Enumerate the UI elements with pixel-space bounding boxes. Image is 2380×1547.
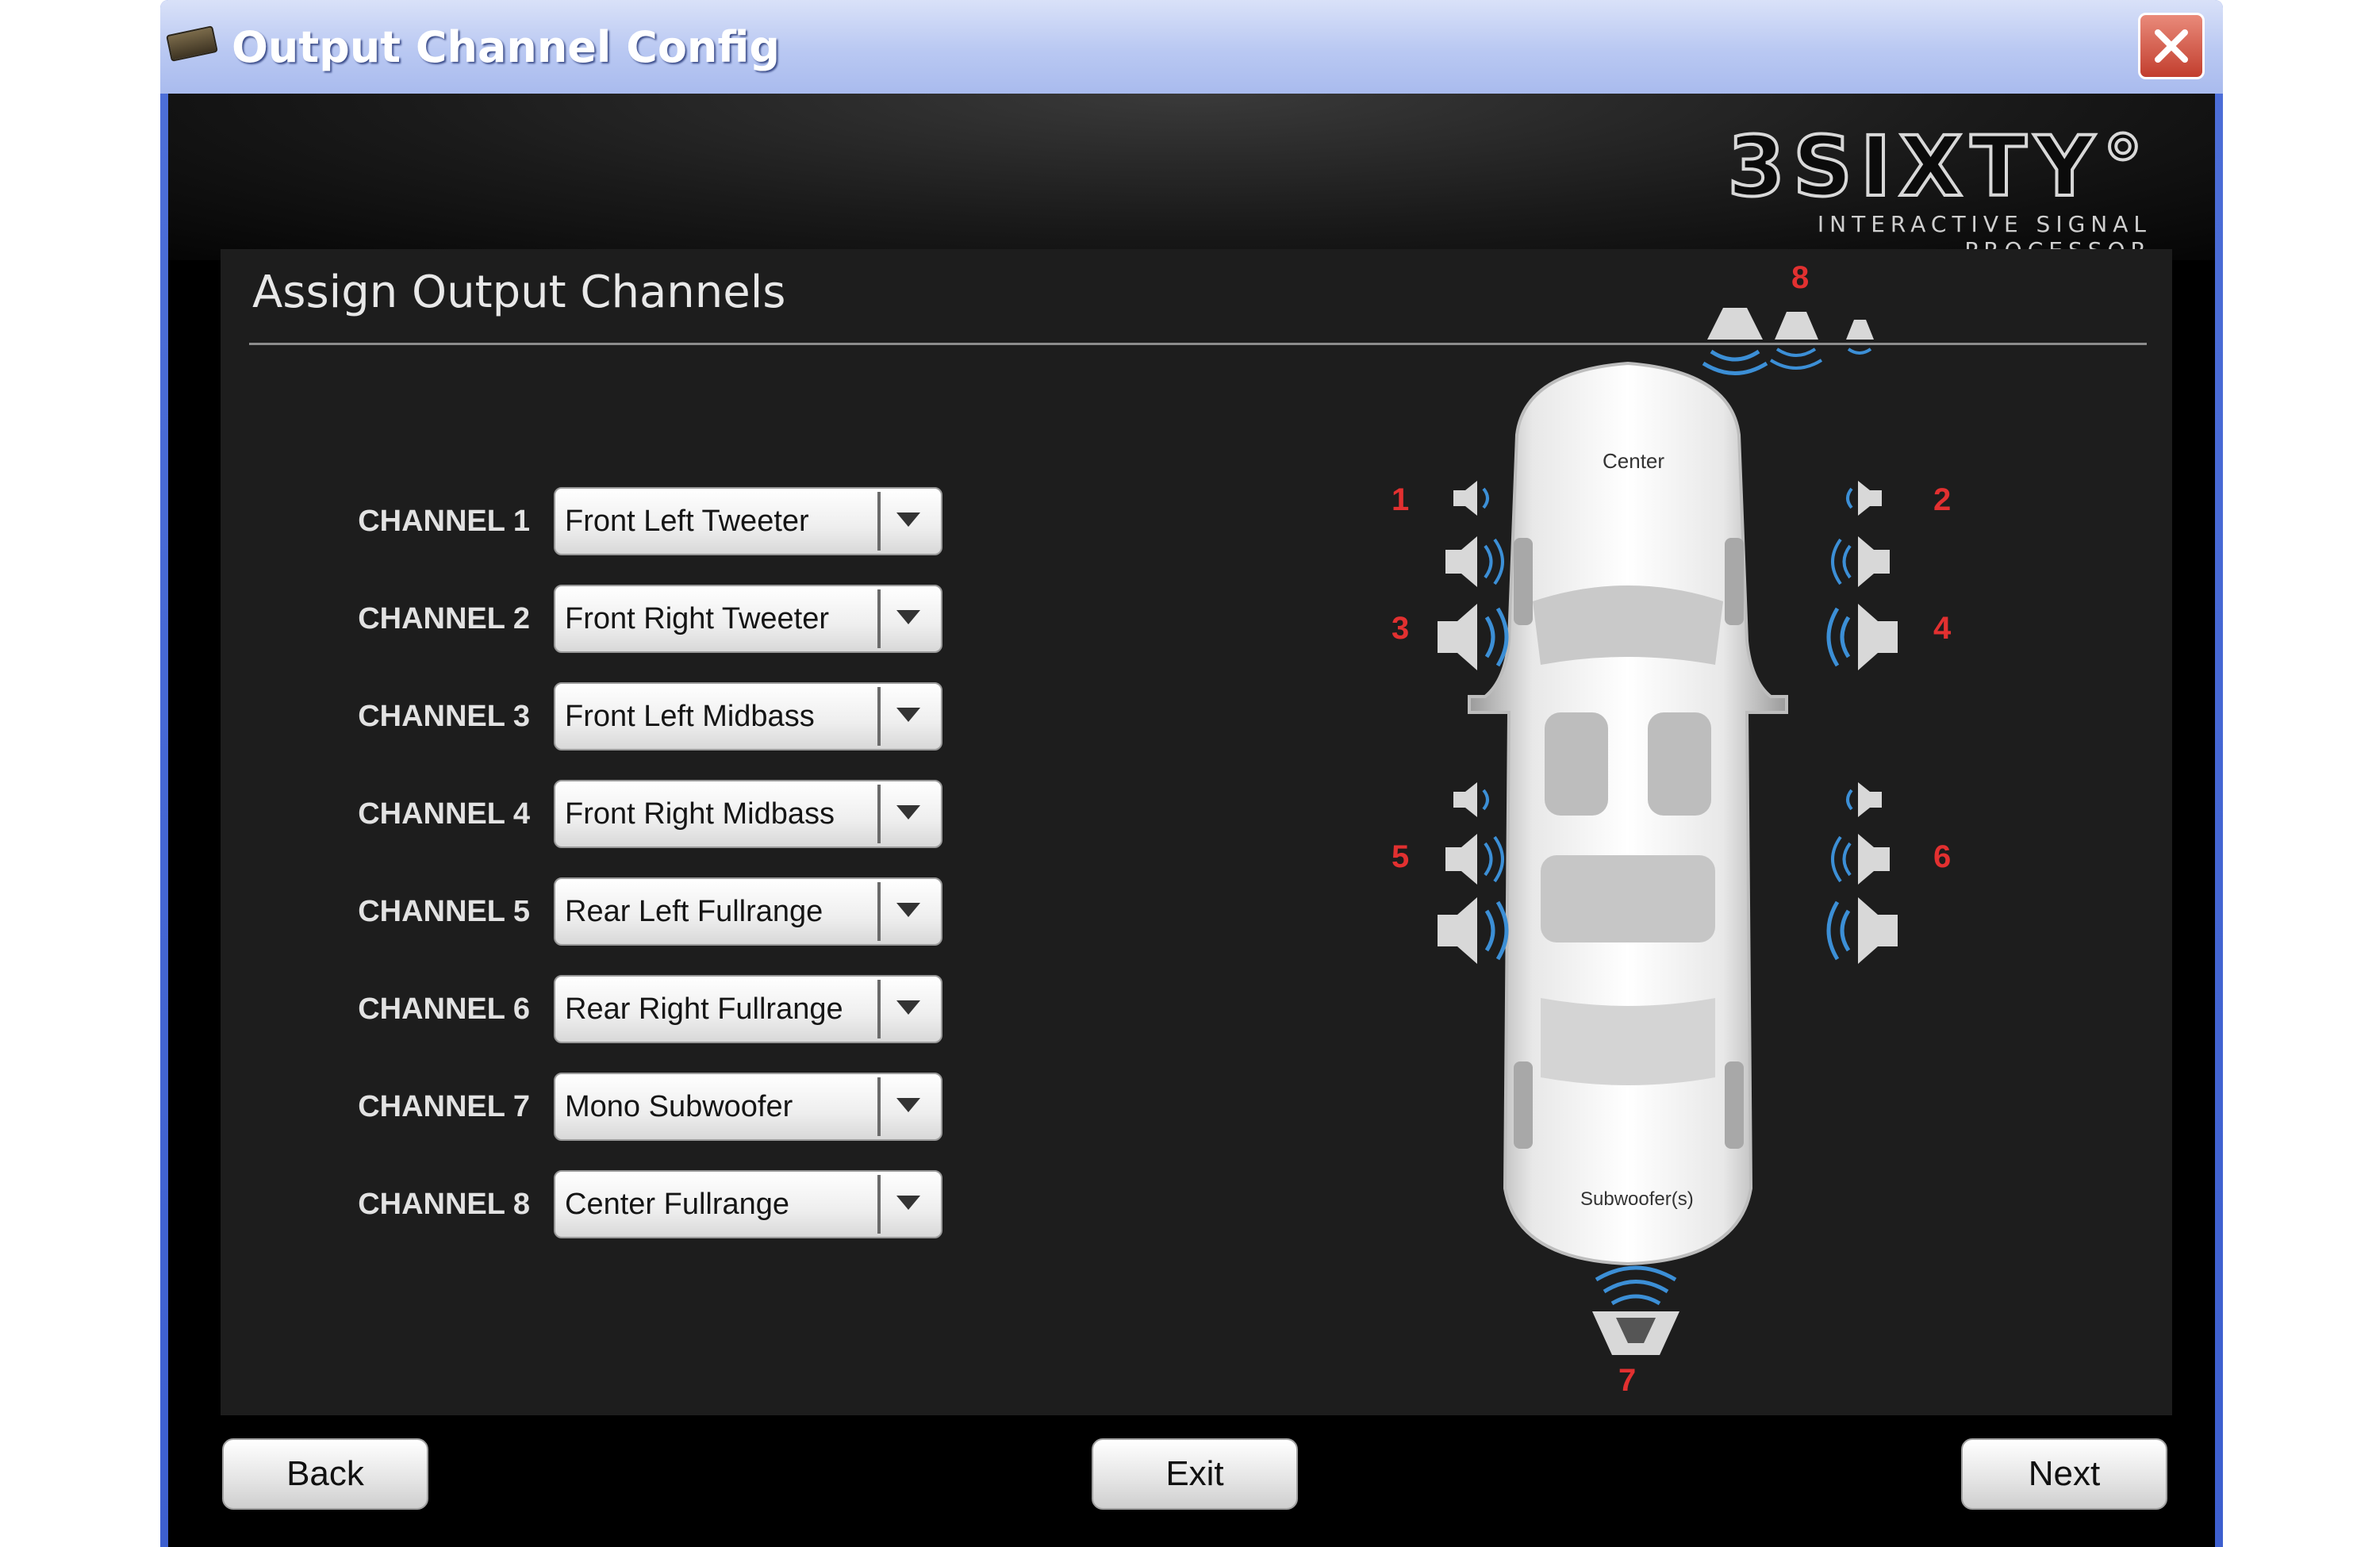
- channel-row-4: CHANNEL 4 Front Right Midbass: [221, 780, 1014, 851]
- dropdown-value: Front Left Midbass: [565, 700, 815, 733]
- chevron-down-icon: [896, 512, 920, 527]
- speaker-icon: [1826, 897, 1898, 964]
- speaker-icon: [1826, 604, 1898, 670]
- dropdown-value: Rear Left Fullrange: [565, 895, 823, 928]
- subwoofer-label: Subwoofer(s): [1580, 1188, 1694, 1210]
- speaker-layout-diagram: Center Subwoofer(s) 1 2 3 4 5 6 7 8: [1295, 260, 2009, 1398]
- speaker-icon: [1846, 782, 1882, 817]
- channel-3-select[interactable]: Front Left Midbass: [554, 682, 942, 750]
- channel-number-3: 3: [1392, 611, 1410, 646]
- channel-label: CHANNEL 3: [358, 700, 530, 733]
- channel-row-3: CHANNEL 3 Front Left Midbass: [221, 682, 1014, 754]
- speaker-icon: [1438, 604, 1509, 670]
- brand-logo: 3SIXTY° INTERACTIVE SIGNAL PROCESSOR: [1636, 118, 2152, 263]
- title-bar[interactable]: Output Channel Config: [160, 0, 2223, 94]
- channel-row-8: CHANNEL 8 Center Fullrange: [221, 1170, 1014, 1242]
- chevron-down-icon: [896, 708, 920, 722]
- channel-label: CHANNEL 4: [358, 797, 530, 831]
- speaker-icon: [1445, 834, 1504, 885]
- next-button[interactable]: Next: [1961, 1438, 2167, 1510]
- speaker-icon: [1445, 536, 1504, 587]
- channel-row-7: CHANNEL 7 Mono Subwoofer: [221, 1073, 1014, 1144]
- speaker-icon: [1702, 308, 1874, 375]
- channel-row-1: CHANNEL 1 Front Left Tweeter: [221, 487, 1014, 559]
- speaker-icon: [1453, 481, 1489, 516]
- chevron-down-icon: [896, 1098, 920, 1112]
- channel-row-6: CHANNEL 6 Rear Right Fullrange: [221, 975, 1014, 1046]
- dropdown-value: Front Right Midbass: [565, 797, 835, 831]
- window-title: Output Channel Config: [232, 22, 781, 72]
- dropdown-value: Front Left Tweeter: [565, 505, 809, 538]
- chevron-down-icon: [896, 1000, 920, 1015]
- speaker-icon: [1831, 834, 1890, 885]
- speaker-icon: [1846, 481, 1882, 516]
- channel-number-1: 1: [1392, 482, 1410, 517]
- channel-4-select[interactable]: Front Right Midbass: [554, 780, 942, 848]
- close-button[interactable]: [2138, 13, 2205, 79]
- channel-row-2: CHANNEL 2 Front Right Tweeter: [221, 585, 1014, 656]
- dropdown-button[interactable]: [877, 882, 938, 941]
- channel-6-select[interactable]: Rear Right Fullrange: [554, 975, 942, 1043]
- close-icon: [2155, 29, 2188, 63]
- speaker-icon: [1592, 1265, 1679, 1355]
- channel-label: CHANNEL 5: [358, 895, 530, 928]
- logo-main-text: 3SIXTY°: [1726, 118, 2152, 215]
- dropdown-value: Mono Subwoofer: [565, 1090, 793, 1123]
- channel-number-6: 6: [1933, 839, 1952, 874]
- channel-2-select[interactable]: Front Right Tweeter: [554, 585, 942, 653]
- channel-label: CHANNEL 7: [358, 1090, 530, 1123]
- dropdown-value: Center Fullrange: [565, 1188, 790, 1221]
- channel-label: CHANNEL 1: [358, 505, 530, 538]
- speaker-icon: [1453, 782, 1489, 817]
- channel-label: CHANNEL 6: [358, 992, 530, 1026]
- dropdown-button[interactable]: [877, 589, 938, 648]
- channel-number-5: 5: [1392, 839, 1410, 874]
- exit-button[interactable]: Exit: [1092, 1438, 1298, 1510]
- app-window: Output Channel Config 3SIXTY° INTERACTIV…: [160, 0, 2223, 1547]
- client-area: 3SIXTY° INTERACTIVE SIGNAL PROCESSOR Ass…: [168, 94, 2215, 1547]
- channel-label: CHANNEL 2: [358, 602, 530, 635]
- center-speaker-label: Center: [1603, 449, 1665, 473]
- channel-number-8: 8: [1791, 260, 1810, 295]
- speaker-icon: [1831, 536, 1890, 587]
- dropdown-button[interactable]: [877, 980, 938, 1038]
- channel-number-7: 7: [1618, 1363, 1637, 1398]
- dropdown-button[interactable]: [877, 492, 938, 551]
- channel-row-5: CHANNEL 5 Rear Left Fullrange: [221, 877, 1014, 949]
- chevron-down-icon: [896, 1196, 920, 1210]
- channel-number-2: 2: [1933, 482, 1952, 517]
- channel-number-4: 4: [1933, 611, 1952, 646]
- dropdown-value: Front Right Tweeter: [565, 602, 830, 635]
- dropdown-button[interactable]: [877, 1175, 938, 1234]
- dropdown-button[interactable]: [877, 1077, 938, 1136]
- app-icon: [166, 25, 218, 62]
- channel-label: CHANNEL 8: [358, 1188, 530, 1221]
- dropdown-value: Rear Right Fullrange: [565, 992, 843, 1026]
- speaker-icon: [1438, 897, 1509, 964]
- panel-title: Assign Output Channels: [252, 267, 786, 318]
- chevron-down-icon: [896, 903, 920, 917]
- dropdown-button[interactable]: [877, 785, 938, 843]
- channel-7-select[interactable]: Mono Subwoofer: [554, 1073, 942, 1141]
- chevron-down-icon: [896, 805, 920, 820]
- channel-5-select[interactable]: Rear Left Fullrange: [554, 877, 942, 946]
- chevron-down-icon: [896, 610, 920, 624]
- channel-1-select[interactable]: Front Left Tweeter: [554, 487, 942, 555]
- back-button[interactable]: Back: [222, 1438, 428, 1510]
- dropdown-button[interactable]: [877, 687, 938, 746]
- channel-8-select[interactable]: Center Fullrange: [554, 1170, 942, 1238]
